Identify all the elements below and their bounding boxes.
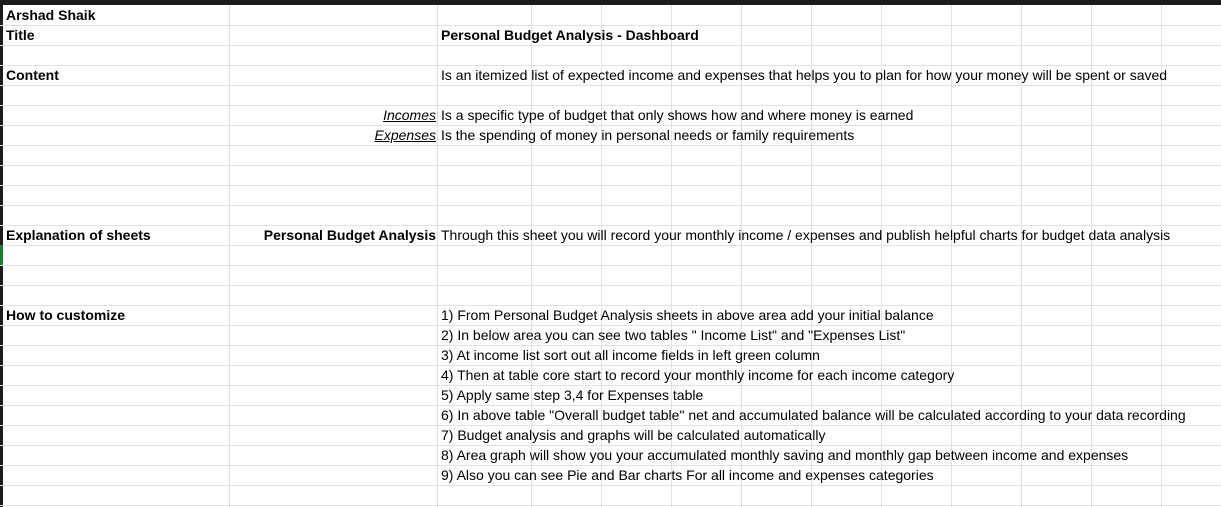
gridline [0,505,1221,506]
cell-step-5[interactable]: 5) Apply same step 3,4 for Expenses tabl… [441,385,703,405]
selected-cell-indicator [0,245,3,265]
cell-step-2[interactable]: 2) In below area you can see two tables … [441,325,905,345]
gridline [437,5,438,507]
cell-content-label[interactable]: Content [6,65,59,85]
cell-author[interactable]: Arshad Shaik [6,5,95,25]
gridline [0,485,1221,486]
gridline [0,85,1221,86]
cell-expenses-text[interactable]: Is the spending of money in personal nee… [441,125,854,145]
spreadsheet-grid[interactable]: Arshad Shaik Title Personal Budget Analy… [0,5,1221,507]
cell-incomes-label[interactable]: Incomes [230,105,436,125]
cell-step-7[interactable]: 7) Budget analysis and graphs will be ca… [441,425,825,445]
cell-explanation-text[interactable]: Through this sheet you will record your … [441,225,1170,245]
cell-step-6[interactable]: 6) In above table "Overall budget table"… [441,405,1186,425]
cell-step-8[interactable]: 8) Area graph will show you your accumul… [441,445,1128,465]
gridline [229,5,230,507]
cell-explanation-label[interactable]: Explanation of sheets [6,225,151,245]
cell-incomes-text[interactable]: Is a specific type of budget that only s… [441,105,913,125]
cell-expenses-label[interactable]: Expenses [230,125,436,145]
cell-customize-label[interactable]: How to customize [6,305,125,325]
cell-step-1[interactable]: 1) From Personal Budget Analysis sheets … [441,305,934,325]
cell-content-text[interactable]: Is an itemized list of expected income a… [441,65,1167,85]
cell-step-3[interactable]: 3) At income list sort out all income fi… [441,345,820,365]
cell-dashboard-title[interactable]: Personal Budget Analysis - Dashboard [441,25,699,45]
gridline [0,285,1221,286]
cell-title-label[interactable]: Title [6,25,35,45]
gridline [0,265,1221,266]
cell-sheet-name[interactable]: Personal Budget Analysis [230,225,436,245]
cell-step-4[interactable]: 4) Then at table core start to record yo… [441,365,954,385]
gridline [0,205,1221,206]
gridline [0,165,1221,166]
gridline [0,45,1221,46]
gridline [0,145,1221,146]
gridline [0,245,1221,246]
cell-step-9[interactable]: 9) Also you can see Pie and Bar charts F… [441,465,934,485]
gridline [0,185,1221,186]
